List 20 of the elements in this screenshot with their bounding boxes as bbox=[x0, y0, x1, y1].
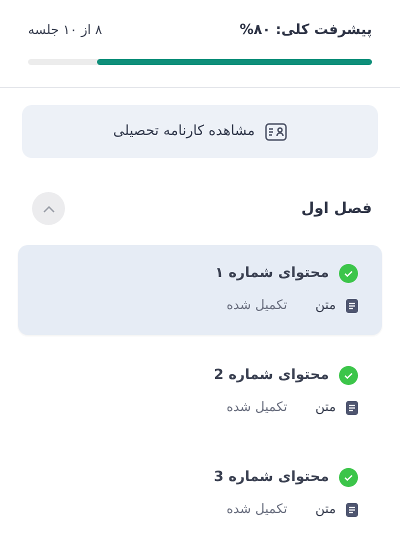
document-icon bbox=[346, 502, 358, 517]
chevron-icon bbox=[42, 204, 54, 212]
report-card-button[interactable]: مشاهده کارنامه تحصیلی bbox=[22, 105, 378, 158]
item-title: محتوای شماره 2 bbox=[214, 366, 329, 385]
section-title: فصل اول bbox=[301, 198, 372, 220]
id-card-icon bbox=[264, 122, 287, 140]
collapse-button[interactable] bbox=[32, 192, 65, 225]
item-title: محتوای شماره ۱ bbox=[215, 264, 329, 283]
item-type: متن bbox=[315, 501, 336, 519]
item-status: تکمیل شده bbox=[226, 501, 288, 519]
item-type: متن bbox=[315, 399, 336, 417]
session-count: ۸ از ۱۰ جلسه bbox=[28, 22, 102, 40]
content-item[interactable]: محتوای شماره ۱ متن تکمیل شده bbox=[18, 245, 382, 335]
item-status: تکمیل شده bbox=[226, 399, 288, 417]
progress-label: پیشرفت کلی: ۸۰% bbox=[240, 21, 372, 40]
item-title: محتوای شماره 3 bbox=[214, 468, 329, 487]
document-icon bbox=[346, 298, 358, 313]
item-type: متن bbox=[315, 297, 336, 315]
item-status: تکمیل شده bbox=[226, 297, 288, 315]
document-icon bbox=[346, 400, 358, 415]
